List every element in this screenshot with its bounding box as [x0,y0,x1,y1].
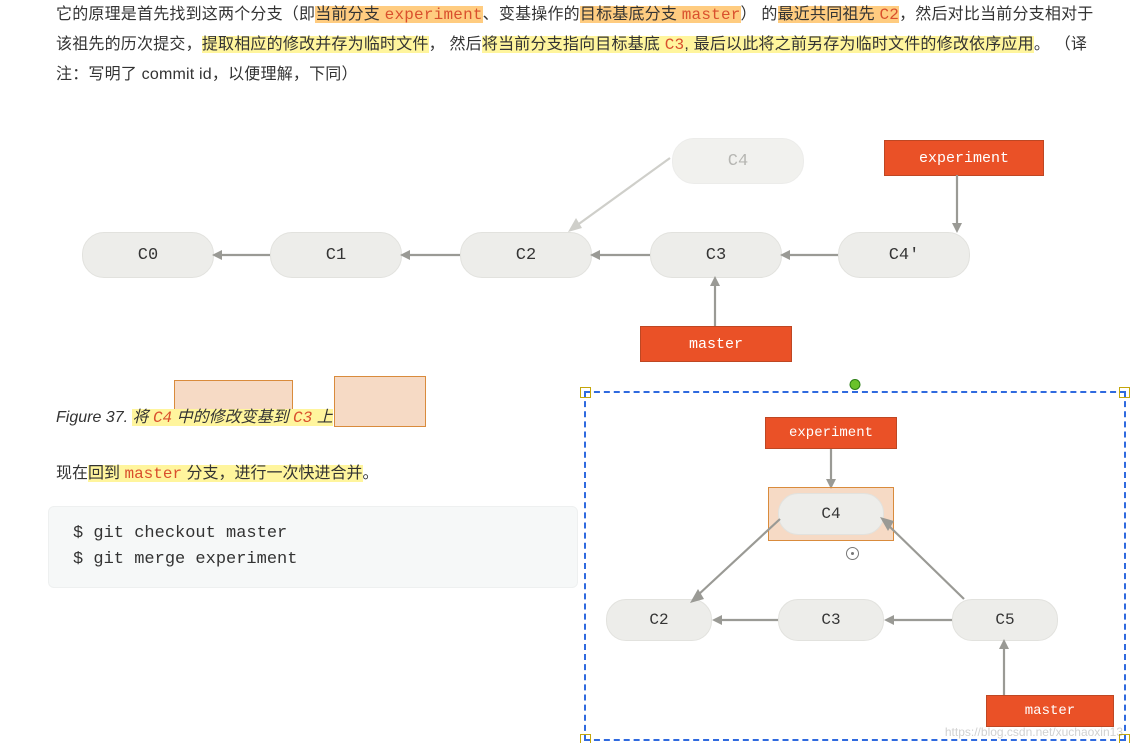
arrow-c2-c1 [400,247,460,263]
fig2-arrow-c5-c3 [884,612,952,628]
arrow-c1-c0 [212,247,270,263]
branch-label-master: master [640,326,792,362]
fig2-commit-c5: C5 [952,599,1058,641]
fig2-branch-experiment: experiment [765,417,897,449]
branch-label-experiment: experiment [884,140,1044,176]
rotate-handle-icon[interactable] [850,379,861,390]
figure-caption: Figure 37. 将 C4 中的修改变基到 C3 上 [56,403,333,427]
commit-node-c4: C4 [672,138,804,184]
code-block[interactable]: $ git checkout master $ git merge experi… [48,506,578,588]
fig2-arrow-c3-c2 [712,612,778,628]
fig2-commit-c3: C3 [778,599,884,641]
commit-node-c0: C0 [82,232,214,278]
pivot-marker-icon [846,547,859,560]
mid-text: 现在回到 master 分支，进行一次快进合并。 [56,459,379,483]
selected-region[interactable]: experiment C4 C2 C3 C5 master [584,391,1126,741]
arrow-c4p-c3 [780,247,838,263]
fig2-commit-c4: C4 [778,493,884,535]
fig2-commit-c2: C2 [606,599,712,641]
fig2-arrow-exp-c4 [823,449,839,489]
watermark: https://blog.csdn.net/xuchaoxin13 [945,725,1123,739]
commit-node-c2: C2 [460,232,592,278]
arrow-c3-c2 [590,247,650,263]
commit-node-c4prime: C4' [838,232,970,278]
intro-paragraph: 它的原理是首先找到这两个分支（即当前分支 experiment、变基操作的目标基… [56,0,1094,90]
arrow-master-c3 [707,276,723,326]
commit-node-c1: C1 [270,232,402,278]
fig2-branch-master: master [986,695,1114,727]
fig2-arrow-master-c5 [996,639,1012,695]
arrow-c4-c2 [562,148,674,238]
arrow-experiment-c4p [949,175,965,233]
commit-node-c3: C3 [650,232,782,278]
